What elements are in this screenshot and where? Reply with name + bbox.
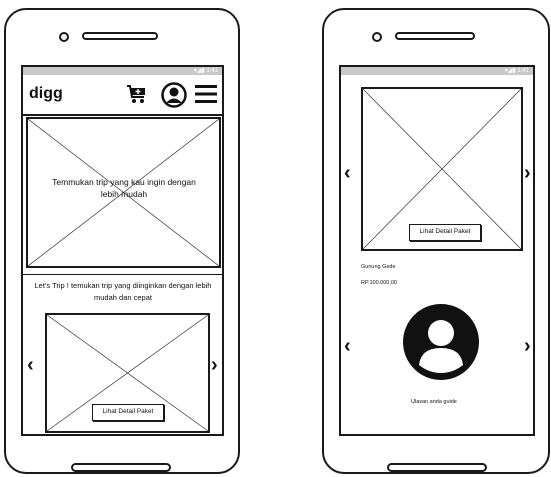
hero-banner-image[interactable]: Temmukan trip yang kau ingin dengan lebi…: [26, 117, 221, 268]
right-phone-frame: ▾◢▮ 1:41 ‹ Lihat Detail Paket › Gunung G…: [322, 8, 550, 474]
hero-text: Temmukan trip yang kau ingin dengan lebi…: [52, 177, 196, 199]
user-avatar-icon[interactable]: [403, 304, 479, 380]
guide-caption: Ulasan anda guide: [411, 399, 457, 405]
camera-dot: [372, 32, 382, 42]
status-bar: ▾◢▮ 1:41: [23, 67, 222, 75]
left-phone-screen: ▾◢▮ 1:41 digg Temmukan trip yang kau ing…: [21, 65, 224, 436]
brand-logo[interactable]: digg: [29, 85, 63, 103]
home-button[interactable]: [387, 463, 487, 472]
divider: [23, 274, 222, 275]
right-phone-screen: ▾◢▮ 1:41 ‹ Lihat Detail Paket › Gunung G…: [339, 65, 535, 436]
trip-card-image[interactable]: Lihat Detail Paket: [361, 87, 523, 251]
home-button[interactable]: [71, 463, 171, 472]
carousel-next-arrow[interactable]: ›: [524, 163, 531, 183]
hamburger-menu-icon[interactable]: [195, 84, 217, 104]
trip-card-image[interactable]: Lihat Detail Paket: [45, 313, 210, 433]
view-package-button[interactable]: Lihat Detail Paket: [409, 224, 481, 241]
guide-prev-arrow[interactable]: ‹: [344, 336, 351, 356]
status-icons: ▾◢▮ 1:41: [193, 68, 218, 74]
status-icons: ▾◢▮ 1:41: [504, 68, 529, 74]
cart-icon[interactable]: [126, 84, 148, 104]
speaker-grille: [82, 32, 158, 40]
carousel-prev-arrow[interactable]: ‹: [27, 355, 34, 375]
camera-dot: [59, 32, 69, 42]
carousel-next-arrow[interactable]: ›: [211, 355, 218, 375]
tagline-text: Let's Trip ! temukan trip yang diinginka…: [34, 281, 212, 302]
left-phone-frame: ▾◢▮ 1:41 digg Temmukan trip yang kau ing…: [4, 8, 240, 474]
app-header: digg: [23, 76, 222, 116]
item-price: RP.100.000,00: [361, 280, 397, 286]
guide-next-arrow[interactable]: ›: [524, 336, 531, 356]
status-bar: ▾◢▮ 1:41: [341, 67, 533, 75]
profile-icon[interactable]: [161, 82, 187, 108]
view-package-button[interactable]: Lihat Detail Paket: [92, 404, 164, 421]
speaker-grille: [395, 32, 475, 40]
carousel-prev-arrow[interactable]: ‹: [344, 163, 351, 183]
item-name: Gunung Gede: [361, 264, 396, 270]
